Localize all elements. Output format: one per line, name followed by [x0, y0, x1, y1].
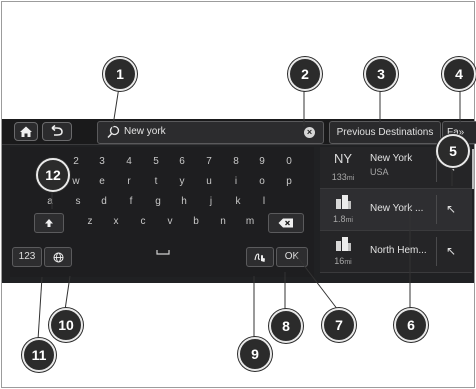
callout-2: 2 [288, 57, 322, 91]
callout-1: 1 [103, 57, 137, 91]
callout-5: 5 [436, 134, 470, 168]
callout-11: 11 [22, 338, 56, 372]
callout-6: 6 [394, 308, 428, 342]
callout-9: 9 [238, 337, 272, 371]
callout-4: 4 [442, 57, 476, 91]
callout-12: 12 [36, 158, 70, 192]
callout-10: 10 [49, 308, 83, 342]
callout-7: 7 [322, 308, 356, 342]
callout-8: 8 [269, 309, 303, 343]
callout-3: 3 [364, 57, 398, 91]
